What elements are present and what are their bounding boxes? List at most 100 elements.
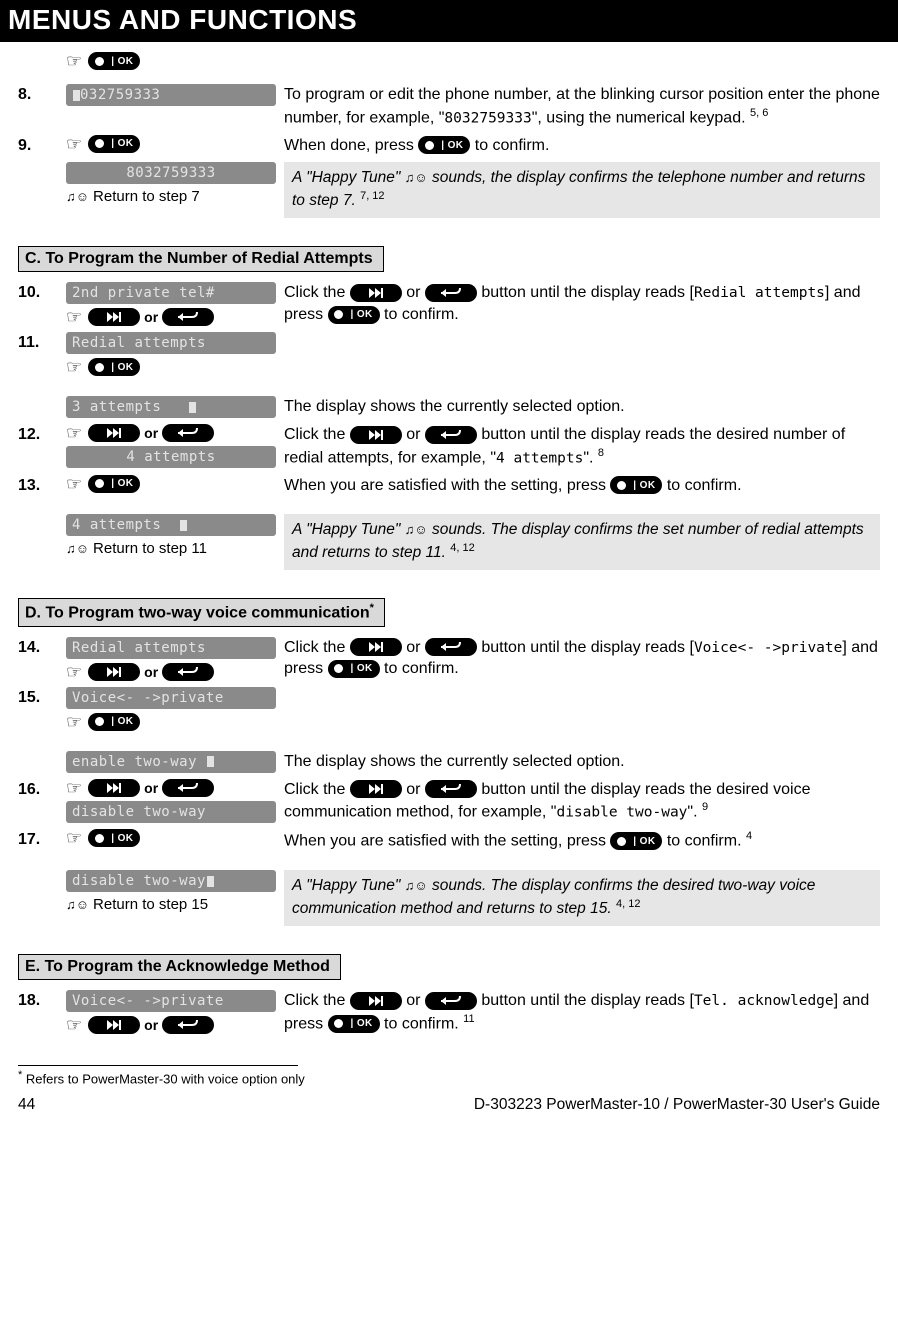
step-number: 9.: [18, 135, 58, 155]
result-box: A "Happy Tune" ♫☺ sounds, the display co…: [284, 162, 880, 218]
step-number: 14.: [18, 637, 58, 657]
step-number: 16.: [18, 779, 58, 799]
pointer-icon: ☞: [66, 134, 82, 154]
tune-icon: ♫☺: [405, 170, 428, 185]
forward-button: [88, 779, 140, 797]
step-number: 8.: [18, 84, 58, 104]
pointer-icon: ☞: [66, 1016, 82, 1034]
back-button: [162, 1016, 214, 1034]
lcd-display: 3 attempts: [66, 396, 276, 418]
lcd-display: 032759333: [66, 84, 276, 106]
forward-button: [350, 638, 402, 656]
back-button: [425, 992, 477, 1010]
or-label: or: [144, 309, 158, 325]
result-box: A "Happy Tune" ♫☺ sounds. The display co…: [284, 870, 880, 926]
or-label: or: [144, 664, 158, 680]
section-heading: E. To Program the Acknowledge Method: [18, 954, 341, 980]
step-number: 18.: [18, 990, 58, 1010]
ok-button: | OK: [88, 135, 140, 153]
ok-button: | OK: [88, 475, 140, 493]
ok-button: | OK: [88, 829, 140, 847]
instruction-text: When you are satisfied with the setting,…: [284, 829, 880, 852]
lcd-display: Redial attempts: [66, 637, 276, 659]
step-number: 15.: [18, 687, 58, 707]
lcd-display: 4 attempts: [66, 446, 276, 468]
instruction-text: When you are satisfied with the setting,…: [284, 475, 880, 497]
or-label: or: [144, 780, 158, 796]
tune-icon: ♫☺: [66, 897, 89, 912]
back-button: [425, 780, 477, 798]
tune-icon: ♫☺: [405, 878, 428, 893]
back-button: [425, 426, 477, 444]
page-title: MENUS AND FUNCTIONS: [0, 0, 898, 42]
instruction-text: To program or edit the phone number, at …: [284, 84, 880, 129]
pointer-icon: ☞: [66, 779, 82, 797]
pointer-icon: ☞: [66, 51, 82, 71]
lcd-display: disable two-way: [66, 801, 276, 823]
pointer-icon: ☞: [66, 424, 82, 442]
instruction-text: The display shows the currently selected…: [284, 751, 880, 773]
lcd-display: Voice<- ->private: [66, 990, 276, 1012]
pointer-icon: ☞: [66, 663, 82, 681]
lcd-display: Redial attempts: [66, 332, 276, 354]
forward-button: [88, 663, 140, 681]
instruction-text: When done, press | OK to confirm.: [284, 135, 880, 157]
ok-button: | OK: [328, 660, 380, 678]
pointer-icon: ☞: [66, 474, 82, 494]
back-button: [162, 424, 214, 442]
back-button: [162, 779, 214, 797]
back-button: [425, 284, 477, 302]
pointer-icon: ☞: [66, 712, 82, 732]
forward-button: [350, 426, 402, 444]
section-heading: D. To Program two-way voice communicatio…: [18, 598, 385, 626]
forward-button: [350, 284, 402, 302]
instruction-text: Click the or button until the display re…: [284, 990, 880, 1035]
back-button: [425, 638, 477, 656]
ok-button: | OK: [418, 136, 470, 154]
instruction-text: Click the or button until the display re…: [284, 637, 880, 680]
ok-button: | OK: [610, 832, 662, 850]
ok-button: | OK: [88, 713, 140, 731]
pointer-icon: ☞: [66, 308, 82, 326]
forward-button: [350, 992, 402, 1010]
forward-button: [350, 780, 402, 798]
tune-icon: ♫☺: [66, 541, 89, 556]
result-box: A "Happy Tune" ♫☺ sounds. The display co…: [284, 514, 880, 570]
doc-id: D-303223 PowerMaster-10 / PowerMaster-30…: [474, 1096, 880, 1114]
ok-button: | OK: [88, 52, 140, 70]
forward-button: [88, 424, 140, 442]
ok-button: | OK: [328, 306, 380, 324]
forward-button: [88, 1016, 140, 1034]
ok-button: | OK: [610, 476, 662, 494]
lcd-display: disable two-way: [66, 870, 276, 892]
back-button: [162, 308, 214, 326]
lcd-display: enable two-way: [66, 751, 276, 773]
instruction-text: The display shows the currently selected…: [284, 396, 880, 418]
or-label: or: [144, 425, 158, 441]
back-button: [162, 663, 214, 681]
return-line: ♫☺ Return to step 7: [66, 188, 276, 205]
or-label: or: [144, 1017, 158, 1033]
step-number: 11.: [18, 332, 58, 352]
pointer-icon: ☞: [66, 828, 82, 848]
return-line: ♫☺ Return to step 15: [66, 896, 276, 913]
tune-icon: ♫☺: [66, 189, 89, 204]
lcd-display: 4 attempts: [66, 514, 276, 536]
instruction-text: Click the or button until the display re…: [284, 424, 880, 469]
page-number: 44: [18, 1096, 35, 1114]
step-number: 10.: [18, 282, 58, 302]
lcd-display: 2nd private tel#: [66, 282, 276, 304]
pointer-icon: ☞: [66, 357, 82, 377]
step-number: 12.: [18, 424, 58, 444]
section-heading: C. To Program the Number of Redial Attem…: [18, 246, 384, 272]
ok-button: | OK: [88, 358, 140, 376]
step-number: 17.: [18, 829, 58, 849]
step-number: 13.: [18, 475, 58, 495]
lcd-display: Voice<- ->private: [66, 687, 276, 709]
ok-button: | OK: [328, 1015, 380, 1033]
footnote: * Refers to PowerMaster-30 with voice op…: [18, 1069, 880, 1086]
instruction-text: Click the or button until the display re…: [284, 779, 880, 824]
return-line: ♫☺ Return to step 11: [66, 540, 276, 557]
footnote-rule: [18, 1065, 298, 1066]
instruction-text: Click the or button until the display re…: [284, 282, 880, 325]
